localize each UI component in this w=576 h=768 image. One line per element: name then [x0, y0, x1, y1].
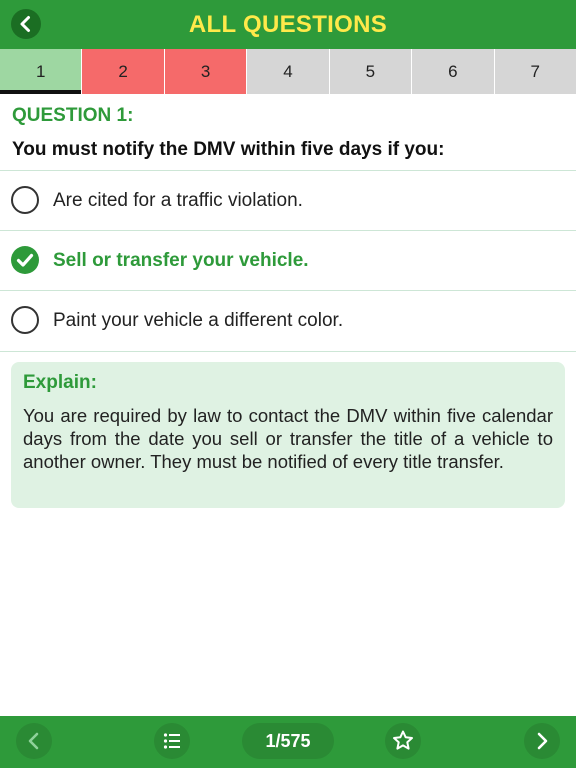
tab-question-5[interactable]: 5 [329, 49, 413, 94]
list-icon [163, 733, 180, 749]
check-circle-icon [11, 246, 39, 274]
answer-option-2[interactable]: Sell or transfer your vehicle. [0, 230, 576, 290]
bookmark-button[interactable] [385, 723, 421, 759]
next-button[interactable] [524, 723, 560, 759]
answer-options: Are cited for a traffic violation. Sell … [0, 170, 576, 352]
answer-option-1[interactable]: Are cited for a traffic violation. [0, 170, 576, 230]
tab-question-2[interactable]: 2 [82, 49, 165, 94]
chevron-left-icon [28, 732, 39, 750]
star-icon [393, 730, 413, 750]
answer-option-label: Paint your vehicle a different color. [53, 310, 344, 331]
tab-question-6[interactable]: 6 [412, 49, 495, 94]
explanation-text: You are required by law to contact the D… [23, 405, 553, 472]
tab-question-3[interactable]: 3 [164, 49, 248, 94]
tab-question-1[interactable]: 1 [0, 49, 83, 94]
previous-button[interactable] [16, 723, 52, 759]
radio-unchecked-icon [11, 186, 39, 214]
question-tabs: 1 2 3 4 5 6 7 [0, 49, 576, 94]
tab-question-4[interactable]: 4 [247, 49, 330, 94]
chevron-right-icon [537, 732, 548, 750]
radio-unchecked-icon [11, 306, 39, 334]
page-title: ALL QUESTIONS [188, 11, 388, 38]
tab-question-7[interactable]: 7 [494, 49, 576, 94]
answer-option-3[interactable]: Paint your vehicle a different color. [0, 290, 576, 352]
answer-option-label: Sell or transfer your vehicle. [53, 250, 309, 271]
question-list-button[interactable] [154, 723, 190, 759]
explanation-box: Explain: You are required by law to cont… [11, 362, 565, 508]
answer-option-label: Are cited for a traffic violation. [53, 190, 303, 211]
question-counter: 1/575 [242, 723, 334, 759]
question-text: You must notify the DMV within five days… [12, 139, 445, 160]
header-bar: ALL QUESTIONS [0, 0, 576, 49]
question-number: QUESTION 1: [12, 105, 134, 126]
footer-bar: 1/575 [0, 716, 576, 768]
explanation-title: Explain: [23, 372, 97, 393]
